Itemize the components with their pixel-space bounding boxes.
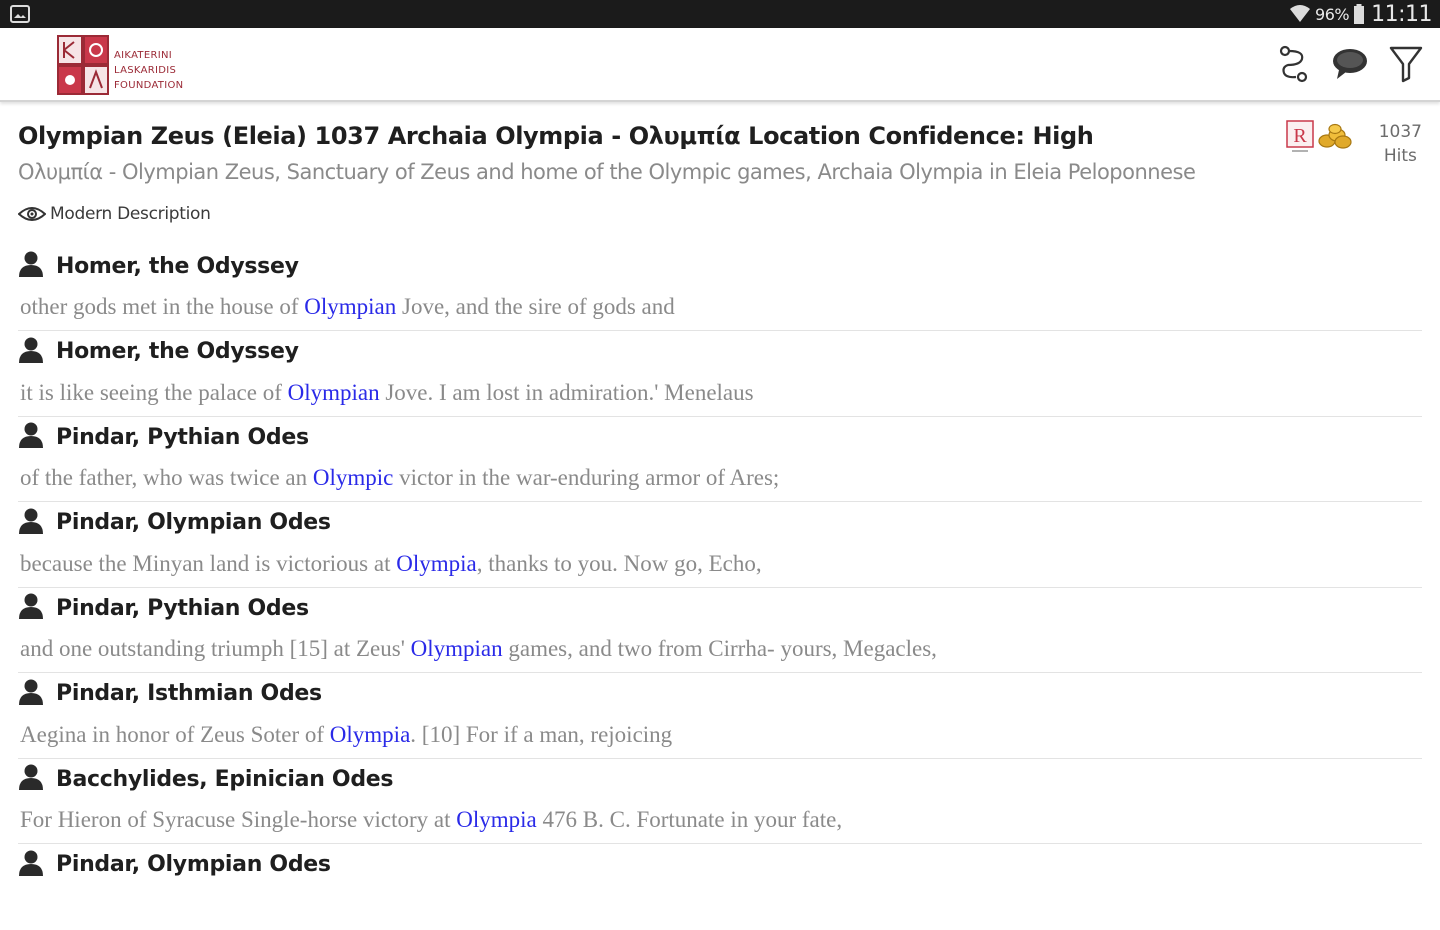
- coins-icon[interactable]: [1318, 122, 1352, 150]
- person-icon: [18, 421, 44, 453]
- result-source-title: Pindar, Pythian Odes: [56, 425, 309, 450]
- filter-icon: [1389, 45, 1423, 83]
- results-list: Homer, the Odyssey other gods met in the …: [18, 246, 1422, 930]
- excerpt-after: Jove, and the sire of gods and: [396, 294, 675, 319]
- result-excerpt: because the Minyan land is victorious at…: [20, 551, 762, 577]
- result-entry[interactable]: Pindar, Olympian Odes because the Minyan …: [18, 503, 1422, 589]
- highlighted-term[interactable]: Olympian: [288, 380, 380, 405]
- excerpt-before: Aegina in honor of Zeus Soter of: [20, 722, 330, 747]
- hits-count: 1037: [1379, 120, 1422, 144]
- excerpt-before: it is like seeing the palace of: [20, 380, 288, 405]
- person-icon: [18, 592, 44, 624]
- result-header[interactable]: Homer, the Odyssey: [18, 246, 299, 286]
- excerpt-before: For Hieron of Syracuse Single-horse vict…: [20, 807, 456, 832]
- excerpt-after: games, and two from Cirrha- yours, Megac…: [503, 636, 937, 661]
- logo-line-3: FOUNDATION: [114, 78, 183, 93]
- person-icon: [18, 336, 44, 368]
- result-entry[interactable]: Pindar, Olympian Odes: [18, 845, 1422, 930]
- r-badge-icon[interactable]: R: [1286, 120, 1314, 154]
- highlighted-term[interactable]: Olympian: [304, 294, 396, 319]
- result-entry[interactable]: Pindar, Pythian Odes of the father, who w…: [18, 417, 1422, 503]
- excerpt-after: 476 B. C. Fortunate in your fate,: [537, 807, 842, 832]
- result-entry[interactable]: Bacchylides, Epinician Odes For Hieron of…: [18, 759, 1422, 845]
- result-header[interactable]: Pindar, Isthmian Odes: [18, 674, 322, 714]
- eye-icon: [18, 205, 46, 223]
- foundation-logo[interactable]: AIKATERINI LASKARIDIS FOUNDATION: [56, 34, 206, 98]
- excerpt-before: and one outstanding triumph [15] at Zeus…: [20, 636, 411, 661]
- excerpt-after: Jove. I am lost in admiration.' Menelaus: [380, 380, 754, 405]
- hits-label: Hits: [1379, 144, 1422, 168]
- result-source-title: Pindar, Olympian Odes: [56, 510, 331, 535]
- app-bar-actions: [1274, 42, 1426, 86]
- result-excerpt: For Hieron of Syracuse Single-horse vict…: [20, 807, 842, 833]
- status-bar: 96% 11:11: [0, 0, 1440, 28]
- person-icon: [18, 507, 44, 539]
- person-icon: [18, 678, 44, 710]
- result-entry[interactable]: Pindar, Isthmian Odes Aegina in honor of …: [18, 674, 1422, 760]
- excerpt-after: , thanks to you. Now go, Echo,: [477, 551, 762, 576]
- logo-mark-icon: [56, 34, 110, 96]
- route-button[interactable]: [1274, 42, 1314, 86]
- highlighted-term[interactable]: Olympian: [411, 636, 503, 661]
- place-badges: R 1037 Hits: [1282, 118, 1422, 174]
- highlighted-term[interactable]: Olympia: [396, 551, 477, 576]
- excerpt-after: victor in the war-enduring armor of Ares…: [393, 465, 779, 490]
- highlighted-term[interactable]: Olympia: [456, 807, 537, 832]
- result-excerpt: it is like seeing the palace of Olympian…: [20, 380, 754, 406]
- result-source-title: Homer, the Odyssey: [56, 339, 299, 364]
- logo-line-2: LASKARIDIS: [114, 63, 183, 78]
- place-detail: Olympian Zeus (Eleia) 1037 Archaia Olymp…: [0, 102, 1440, 900]
- result-entry[interactable]: Pindar, Pythian Odes and one outstanding …: [18, 588, 1422, 674]
- result-source-title: Bacchylides, Epinician Odes: [56, 767, 393, 792]
- person-icon: [18, 250, 44, 282]
- modern-description-label: Modern Description: [50, 204, 211, 224]
- battery-percentage: 96%: [1315, 5, 1349, 24]
- gallery-notification-icon: [10, 5, 30, 23]
- result-header[interactable]: Pindar, Olympian Odes: [18, 503, 331, 543]
- result-header[interactable]: Pindar, Pythian Odes: [18, 588, 309, 628]
- highlighted-term[interactable]: Olympia: [330, 722, 411, 747]
- battery-icon: [1353, 4, 1365, 24]
- result-header[interactable]: Bacchylides, Epinician Odes: [18, 759, 393, 799]
- highlighted-term[interactable]: Olympic: [313, 465, 394, 490]
- result-excerpt: other gods met in the house of Olympian …: [20, 294, 675, 320]
- hits-counter: 1037 Hits: [1379, 120, 1422, 168]
- modern-description-link[interactable]: Modern Description: [18, 204, 211, 224]
- result-header[interactable]: Pindar, Olympian Odes: [18, 845, 331, 885]
- person-icon: [18, 849, 44, 881]
- chat-bubble-icon: [1331, 46, 1369, 82]
- excerpt-before: of the father, who was twice an: [20, 465, 313, 490]
- logo-line-1: AIKATERINI: [114, 48, 183, 63]
- result-excerpt: of the father, who was twice an Olympic …: [20, 465, 779, 491]
- result-excerpt: Aegina in honor of Zeus Soter of Olympia…: [20, 722, 672, 748]
- svg-text:R: R: [1293, 125, 1307, 147]
- result-excerpt: and one outstanding triumph [15] at Zeus…: [20, 636, 937, 662]
- excerpt-after: . [10] For if a man, rejoicing: [410, 722, 672, 747]
- app-bar: AIKATERINI LASKARIDIS FOUNDATION: [0, 28, 1440, 102]
- result-source-title: Pindar, Olympian Odes: [56, 852, 331, 877]
- place-title: Olympian Zeus (Eleia) 1037 Archaia Olymp…: [18, 122, 1093, 150]
- wifi-icon: [1289, 4, 1311, 24]
- result-entry[interactable]: Homer, the Odyssey other gods met in the …: [18, 246, 1422, 332]
- filter-button[interactable]: [1386, 42, 1426, 86]
- result-source-title: Pindar, Pythian Odes: [56, 596, 309, 621]
- excerpt-before: other gods met in the house of: [20, 294, 304, 319]
- place-subtitle: Ολυμπία - Olympian Zeus, Sanctuary of Ze…: [18, 160, 1195, 184]
- result-source-title: Homer, the Odyssey: [56, 254, 299, 279]
- person-icon: [18, 763, 44, 795]
- clock: 11:11: [1371, 2, 1432, 27]
- result-header[interactable]: Pindar, Pythian Odes: [18, 417, 309, 457]
- excerpt-before: because the Minyan land is victorious at: [20, 551, 396, 576]
- route-icon: [1278, 45, 1310, 83]
- result-source-title: Pindar, Isthmian Odes: [56, 681, 322, 706]
- logo-text: AIKATERINI LASKARIDIS FOUNDATION: [114, 48, 183, 93]
- comments-button[interactable]: [1330, 42, 1370, 86]
- result-header[interactable]: Homer, the Odyssey: [18, 332, 299, 372]
- result-entry[interactable]: Homer, the Odyssey it is like seeing the …: [18, 332, 1422, 418]
